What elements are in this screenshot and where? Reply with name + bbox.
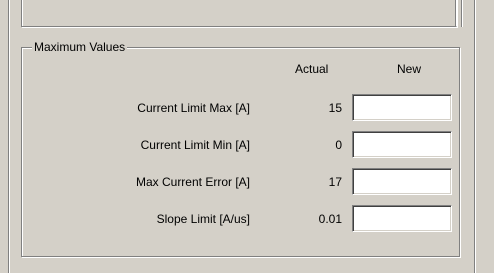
upper-groupbox	[21, 0, 457, 27]
panel-left-edge	[0, 0, 12, 273]
current-limit-min-label: Current Limit Min [A]	[140, 138, 250, 152]
slope-limit-new-input[interactable]	[352, 205, 452, 232]
current-limit-max-new-input[interactable]	[352, 94, 452, 121]
slope-limit-label: Slope Limit [A/us]	[156, 212, 250, 226]
current-limit-max-label: Current Limit Max [A]	[137, 101, 250, 115]
slope-limit-actual: 0.01	[318, 212, 342, 226]
actual-column-header: Actual	[295, 62, 329, 76]
current-limit-min-actual: 0	[335, 138, 342, 152]
right-divider-highlight	[475, 0, 476, 273]
max-current-error-label: Max Current Error [A]	[135, 175, 250, 189]
groupbox-title: Maximum Values	[32, 39, 128, 55]
max-current-error-actual: 17	[328, 175, 342, 189]
max-current-error-new-input[interactable]	[352, 168, 452, 195]
upper-right-frame	[461, 0, 463, 27]
panel-left-edge-highlight	[9, 0, 10, 273]
current-limit-max-actual: 15	[328, 101, 342, 115]
current-limit-min-new-input[interactable]	[352, 131, 452, 158]
upper-right-frame-highlight	[462, 0, 463, 27]
new-column-header: New	[397, 62, 422, 76]
